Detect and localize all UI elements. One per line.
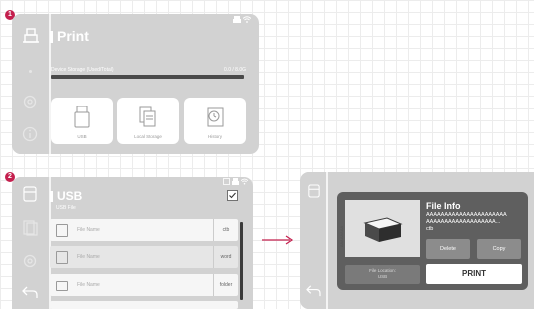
storage-label: Device Storage (Used/Total): [51, 67, 114, 73]
status-bar: [232, 16, 252, 25]
file-name: File Name: [77, 282, 100, 288]
model-box-icon: [363, 217, 403, 242]
history-clock-icon: [207, 107, 224, 127]
page-title-text: Print: [57, 28, 89, 44]
breadcrumb: USB File: [56, 205, 76, 211]
sidebar-dot: [29, 70, 32, 73]
usb-drive-icon: [74, 106, 90, 128]
select-checkbox-icon[interactable]: [227, 190, 238, 201]
folder-icon: [56, 281, 68, 291]
local-storage-tile[interactable]: Local Storage: [117, 98, 179, 144]
file-type: word: [213, 246, 238, 268]
page-title: Print: [50, 28, 89, 44]
printer-home-icon[interactable]: [22, 26, 40, 44]
file-type: folder: [213, 274, 238, 296]
info-icon[interactable]: [22, 126, 38, 142]
file-name-line-2: AAAAAAAAAAAAAAAAAAA...: [426, 219, 501, 225]
files-icon[interactable]: [22, 220, 38, 236]
file-location: File Location: USB: [345, 265, 420, 284]
wifi-icon: [240, 178, 249, 185]
flow-arrow-icon: [262, 235, 294, 245]
usb-tile-label: USB: [77, 134, 87, 139]
usb-icon: [222, 178, 230, 185]
usb-tile[interactable]: USB: [51, 98, 113, 144]
file-row[interactable]: File Name word: [50, 246, 238, 268]
file-extension: ctb: [426, 226, 434, 232]
status-bar: [222, 178, 249, 187]
printer-icon: [231, 178, 239, 185]
file-row[interactable]: File Name ctb: [50, 219, 238, 241]
scrollbar[interactable]: [240, 222, 243, 300]
copy-button[interactable]: Copy: [477, 239, 521, 259]
image-file-icon: [56, 224, 68, 237]
document-icon: [139, 106, 156, 127]
delete-button[interactable]: Delete: [426, 239, 470, 259]
file-name: File Name: [77, 254, 100, 260]
file-row[interactable]: File Name folder: [50, 274, 238, 296]
local-storage-tile-label: Local Storage: [134, 134, 162, 139]
storage-progress-bar: [51, 75, 244, 79]
thumbnail-caption: AAAAAAAA: [339, 225, 345, 248]
printer-home-icon[interactable]: [23, 186, 37, 202]
file-type: ctb: [213, 219, 238, 241]
file-location-value: USB: [377, 274, 388, 279]
wifi-icon: [242, 16, 252, 23]
back-arrow-icon[interactable]: [22, 285, 38, 299]
history-tile[interactable]: History: [184, 98, 246, 144]
file-thumbnail: AAAAAAAA: [339, 200, 420, 257]
document-file-icon: [56, 251, 68, 264]
printer-icon: [232, 16, 241, 23]
file-info-title: File Info: [426, 201, 461, 211]
storage-value: 0.0 / 8.0G: [224, 67, 246, 73]
sidebar: [300, 172, 328, 309]
history-tile-label: History: [207, 134, 222, 139]
settings-gear-icon[interactable]: [22, 94, 38, 110]
page-title: USB: [50, 189, 82, 203]
settings-gear-icon[interactable]: [22, 253, 38, 269]
print-button[interactable]: PRINT: [426, 264, 522, 284]
printer-home-icon[interactable]: [308, 184, 320, 198]
file-name-line-1: AAAAAAAAAAAAAAAAAAAAAA: [426, 212, 507, 218]
back-arrow-icon[interactable]: [306, 284, 321, 297]
file-row-partial[interactable]: [50, 301, 238, 309]
page-title-text: USB: [57, 189, 83, 203]
file-name: File Name: [77, 227, 100, 233]
sidebar: [12, 14, 51, 154]
sidebar: [12, 177, 51, 309]
